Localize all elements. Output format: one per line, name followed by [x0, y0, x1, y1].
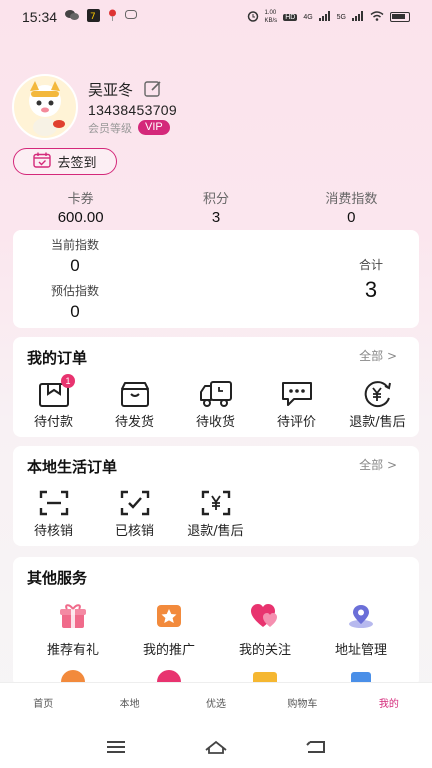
heart-icon: [250, 603, 280, 633]
local-order-label: 已核销: [114, 524, 154, 539]
user-phone: 13438453709: [88, 101, 177, 118]
service-label: 推荐有礼: [46, 643, 99, 658]
service-my-follows[interactable]: 我的关注: [217, 603, 313, 658]
order-label: 待收货: [195, 415, 235, 430]
stat-value: 0: [347, 209, 356, 226]
location-pin-icon: [108, 9, 117, 25]
local-order-label: 退款/售后: [187, 524, 244, 539]
order-label: 待评价: [276, 415, 316, 430]
section-title: 我的订单: [27, 349, 88, 367]
service-address-management[interactable]: 地址管理: [313, 603, 409, 658]
stat-label: 卡券: [67, 192, 94, 207]
scan-icon: [37, 488, 71, 518]
order-label: 退款/售后: [349, 415, 406, 430]
message-icon: [125, 9, 138, 25]
total-label: 合计: [358, 258, 383, 272]
order-label: 待付款: [33, 415, 73, 430]
member-level-label: 会员等级: [88, 121, 132, 135]
network-speed: 1.00 KB/s: [264, 10, 278, 24]
order-pending-shipment[interactable]: 待发货: [94, 379, 175, 430]
service-label: 地址管理: [334, 643, 387, 658]
status-time: 15:34: [22, 9, 58, 25]
signin-label: 去签到: [57, 156, 97, 171]
other-services-card: 其他服务 推荐有礼 我的推广 我的关注 地址管理: [13, 557, 419, 694]
order-pending-receipt[interactable]: 待收货: [175, 379, 256, 430]
avatar[interactable]: [12, 74, 78, 140]
menu-icon[interactable]: [105, 738, 127, 756]
my-orders-card: 我的订单 全部 > 1 待付款 待发货 待收货 待评价 退款/售后: [13, 337, 419, 437]
signal-bars-icon: [318, 10, 331, 24]
section-title: 本地生活订单: [27, 458, 118, 476]
stat-consumption-index[interactable]: 消费指数 0: [284, 188, 419, 226]
profile-header: 吴亚冬 13438453709 会员等级 VIP: [12, 74, 177, 140]
order-refund[interactable]: 退款/售后: [337, 379, 418, 430]
refund-icon: [361, 379, 395, 409]
signin-button[interactable]: 去签到: [13, 148, 117, 175]
signal-5g-icon: 5G: [336, 13, 346, 21]
order-pending-review[interactable]: 待评价: [256, 379, 337, 430]
system-navigation-bar: [0, 726, 432, 768]
wechat-icon: [65, 9, 80, 25]
edit-icon[interactable]: [143, 79, 163, 99]
total-value: 3: [364, 277, 378, 302]
box-icon: [118, 379, 152, 409]
tab-local[interactable]: 本地: [86, 683, 172, 726]
user-name: 吴亚冬: [88, 80, 134, 99]
calendar-check-icon: [33, 152, 52, 172]
section-title: 其他服务: [27, 569, 88, 587]
stat-value: 3: [211, 209, 221, 226]
vip-badge: VIP: [138, 120, 170, 135]
signal-4g-icon: 4G: [303, 13, 313, 21]
orders-view-all-link[interactable]: 全部 >: [359, 347, 397, 364]
location-icon: [347, 603, 375, 633]
order-label: 待发货: [114, 415, 154, 430]
unpaid-count-badge: 1: [61, 374, 75, 388]
local-verified[interactable]: 已核销: [94, 488, 175, 539]
local-refund[interactable]: 退款/售后: [175, 488, 256, 539]
local-pending-verify[interactable]: 待核销: [13, 488, 94, 539]
current-index-label: 当前指数: [51, 238, 100, 252]
app-notification-icon: 7: [87, 8, 101, 26]
stat-label: 积分: [202, 192, 229, 207]
wifi-icon: [370, 10, 384, 24]
battery-icon: [390, 12, 410, 22]
hd-icon: HD: [283, 13, 298, 21]
svg-text:7: 7: [90, 12, 96, 22]
service-label: 我的推广: [142, 643, 195, 658]
service-label: 我的关注: [238, 643, 291, 658]
stat-value: 600.00: [57, 209, 104, 226]
tab-cart[interactable]: 购物车: [259, 683, 345, 726]
tab-featured[interactable]: 优选: [173, 683, 259, 726]
stat-label: 消费指数: [325, 192, 378, 207]
stats-row: 卡券 600.00 积分 3 消费指数 0: [13, 188, 419, 226]
stat-points[interactable]: 积分 3: [148, 188, 283, 226]
order-pending-payment[interactable]: 1 待付款: [13, 374, 94, 430]
dragon-mascot-icon: [29, 81, 65, 136]
comment-icon: [280, 379, 314, 409]
status-bar: 15:34 7 1.00 KB/s HD 4G 5G: [0, 0, 432, 34]
truck-icon: [199, 379, 233, 409]
current-index-value: 0: [70, 256, 80, 275]
back-icon[interactable]: [305, 738, 327, 756]
index-card: 当前指数 0 预估指数 0 合计 3: [13, 230, 419, 328]
alarm-icon: [247, 10, 259, 25]
bottom-tab-bar: 首页 本地 优选 购物车 我的: [0, 682, 432, 726]
star-badge-icon: [155, 603, 183, 633]
service-referral[interactable]: 推荐有礼: [25, 603, 121, 658]
estimate-index-value: 0: [70, 302, 80, 321]
service-my-promotion[interactable]: 我的推广: [121, 603, 217, 658]
scan-check-icon: [118, 488, 152, 518]
local-orders-view-all-link[interactable]: 全部 >: [359, 456, 397, 473]
tab-home[interactable]: 首页: [0, 683, 86, 726]
scan-yen-icon: [199, 488, 233, 518]
local-order-label: 待核销: [33, 524, 73, 539]
home-icon[interactable]: [205, 738, 227, 756]
estimate-index-label: 预估指数: [51, 284, 100, 298]
tab-mine[interactable]: 我的: [346, 683, 432, 726]
local-life-orders-card: 本地生活订单 全部 > 待核销 已核销 退款/售后: [13, 446, 419, 546]
stat-coupons[interactable]: 卡券 600.00: [13, 188, 148, 226]
signal-bars-2-icon: [352, 10, 364, 24]
gift-icon: [59, 603, 87, 633]
